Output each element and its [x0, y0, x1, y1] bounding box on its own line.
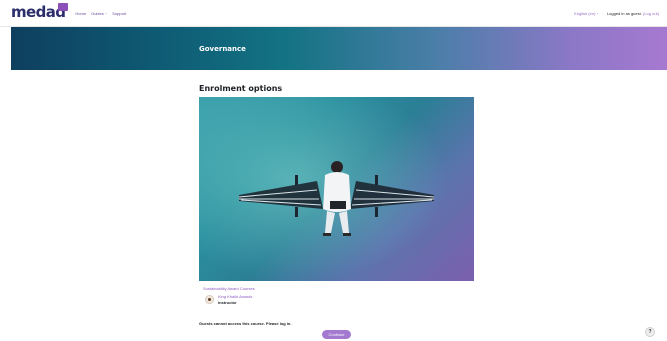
course-teacher: King Khalid Awards Instructor [205, 294, 252, 305]
guest-access-message: Guests cannot access this course. Please… [199, 321, 292, 326]
chevron-down-icon: ⌄ [104, 11, 108, 15]
course-header-banner: Governance [11, 27, 667, 70]
nav-link-guides[interactable]: Guides ⌄ [91, 11, 107, 16]
language-label: English (en) [574, 10, 596, 16]
nav-link-support-label: Support [112, 10, 127, 16]
navbar-user-area: English (en) ⌄ Logged in as guest. (Log … [574, 11, 659, 16]
page-title: Enrolment options [199, 84, 283, 93]
course-image [199, 97, 474, 281]
primary-navigation: Home Guides ⌄ Support [75, 11, 126, 16]
nav-link-home-label: Home [75, 10, 87, 16]
nav-link-home[interactable]: Home [75, 11, 86, 16]
logo-text: medad [11, 2, 66, 21]
continue-button[interactable]: Continue [322, 330, 351, 339]
language-menu[interactable]: English (en) ⌄ [574, 11, 599, 16]
logo-mark-icon [58, 2, 69, 11]
course-category-link[interactable]: Sustainability Award Courses [203, 286, 255, 291]
login-status-text: Logged in as guest. [606, 10, 642, 16]
top-navbar: medad Home Guides ⌄ Support English (en)… [0, 0, 667, 27]
course-image-illustration [199, 97, 474, 281]
teacher-details: King Khalid Awards Instructor [218, 294, 252, 305]
user-icon [208, 298, 211, 301]
nav-link-support[interactable]: Support [112, 11, 126, 16]
nav-link-guides-label: Guides [91, 10, 104, 16]
chevron-down-icon: ⌄ [596, 11, 599, 15]
help-icon[interactable]: ? [645, 327, 655, 337]
login-info: Logged in as guest. (Log out) [607, 11, 659, 16]
logout-link[interactable]: (Log out) [643, 11, 659, 16]
avatar [205, 295, 214, 304]
course-title: Governance [199, 45, 246, 53]
teacher-role: Instructor [218, 300, 237, 305]
site-logo[interactable]: medad [11, 2, 69, 21]
teacher-name-link[interactable]: King Khalid Awards [218, 294, 252, 299]
